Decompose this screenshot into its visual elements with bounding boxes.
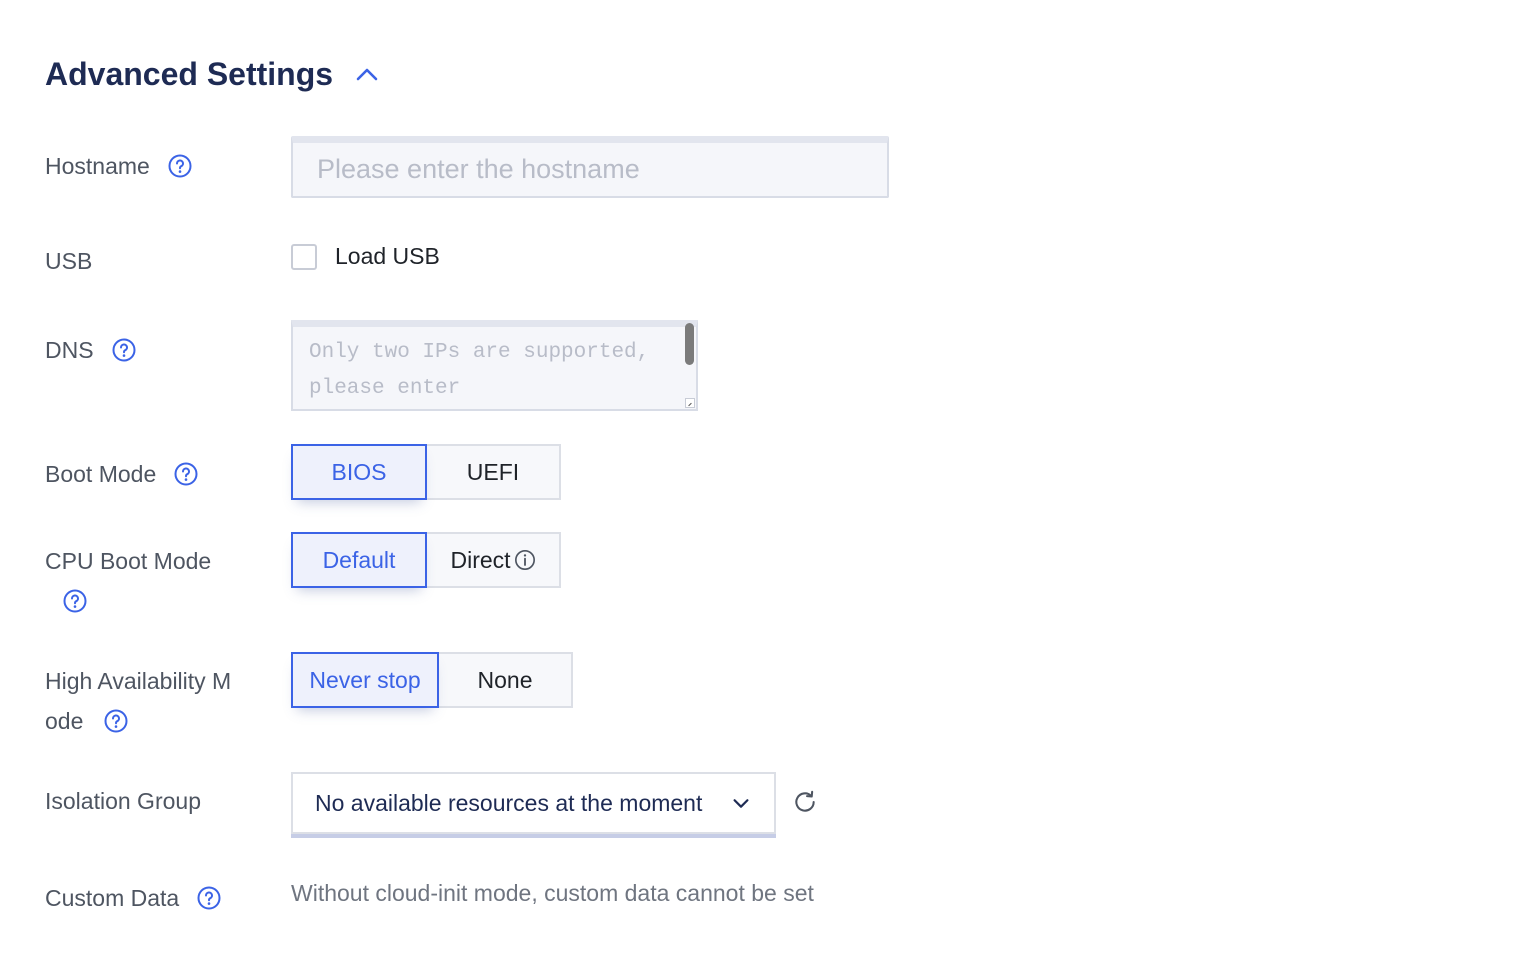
isolation-group-label: Isolation Group (45, 788, 201, 814)
boot-mode-segmented: BIOS UEFI (291, 444, 561, 500)
help-icon[interactable] (104, 709, 128, 733)
chevron-up-icon[interactable] (355, 63, 379, 87)
boot-mode-bios-label: BIOS (331, 458, 387, 485)
dns-label-row: DNS (45, 330, 136, 370)
textarea-resize-handle[interactable] (685, 398, 695, 408)
ha-mode-label-row: High Availability M ode (45, 661, 260, 741)
ha-mode-label-line1: High Availability M (45, 668, 232, 694)
hostname-label: Hostname (45, 153, 150, 179)
isolation-group-label-row: Isolation Group (45, 781, 201, 821)
help-icon[interactable] (168, 154, 192, 178)
section-header[interactable]: Advanced Settings (45, 56, 379, 93)
load-usb-label[interactable]: Load USB (335, 243, 440, 270)
dns-textarea[interactable]: Only two IPs are supported, please enter (291, 320, 698, 411)
ha-mode-label-line2: ode (45, 708, 84, 734)
info-circle-icon[interactable] (514, 549, 536, 571)
usb-label-row: USB (45, 241, 92, 281)
custom-data-label: Custom Data (45, 885, 180, 911)
dns-placeholder: Only two IPs are supported, please enter (309, 341, 650, 400)
advanced-settings-panel: Advanced Settings Hostname USB Load USB … (0, 0, 1530, 956)
custom-data-label-row: Custom Data (45, 878, 221, 918)
boot-mode-label: Boot Mode (45, 461, 157, 487)
textarea-scrollbar[interactable] (685, 323, 694, 365)
refresh-icon[interactable] (792, 789, 818, 815)
ha-none-button[interactable]: None (439, 652, 573, 708)
help-icon[interactable] (112, 338, 136, 362)
cpu-boot-mode-label-row: CPU Boot Mode (45, 541, 260, 621)
hostname-label-row: Hostname (45, 146, 192, 186)
load-usb-checkbox[interactable] (291, 243, 317, 270)
boot-mode-uefi-button[interactable]: UEFI (427, 444, 561, 500)
help-icon[interactable] (63, 589, 87, 613)
boot-mode-label-row: Boot Mode (45, 454, 198, 494)
boot-mode-bios-button[interactable]: BIOS (291, 444, 427, 500)
cpu-boot-default-button[interactable]: Default (291, 532, 427, 588)
cpu-boot-mode-label: CPU Boot Mode (45, 548, 212, 574)
usb-label: USB (45, 248, 93, 274)
cpu-boot-direct-button[interactable]: Direct (427, 532, 561, 588)
boot-mode-uefi-label: UEFI (466, 458, 520, 485)
dns-label: DNS (45, 337, 94, 363)
cpu-boot-direct-label: Direct (450, 546, 511, 573)
custom-data-note: Without cloud-init mode, custom data can… (291, 880, 814, 906)
ha-never-stop-button[interactable]: Never stop (291, 652, 439, 708)
help-icon[interactable] (197, 886, 221, 910)
isolation-group-select[interactable]: No available resources at the moment (291, 772, 776, 834)
cpu-boot-default-label: Default (322, 546, 396, 573)
ha-none-label: None (477, 666, 533, 693)
hostname-input[interactable] (291, 136, 889, 198)
section-title: Advanced Settings (45, 56, 334, 92)
cpu-boot-mode-segmented: Default Direct (291, 532, 561, 588)
load-usb-checkbox-row[interactable]: Load USB (291, 243, 440, 270)
isolation-group-value: No available resources at the moment (315, 789, 703, 816)
help-icon[interactable] (174, 462, 198, 486)
ha-never-stop-label: Never stop (309, 666, 421, 693)
chevron-down-icon[interactable] (730, 792, 752, 814)
ha-mode-segmented: Never stop None (291, 652, 573, 708)
